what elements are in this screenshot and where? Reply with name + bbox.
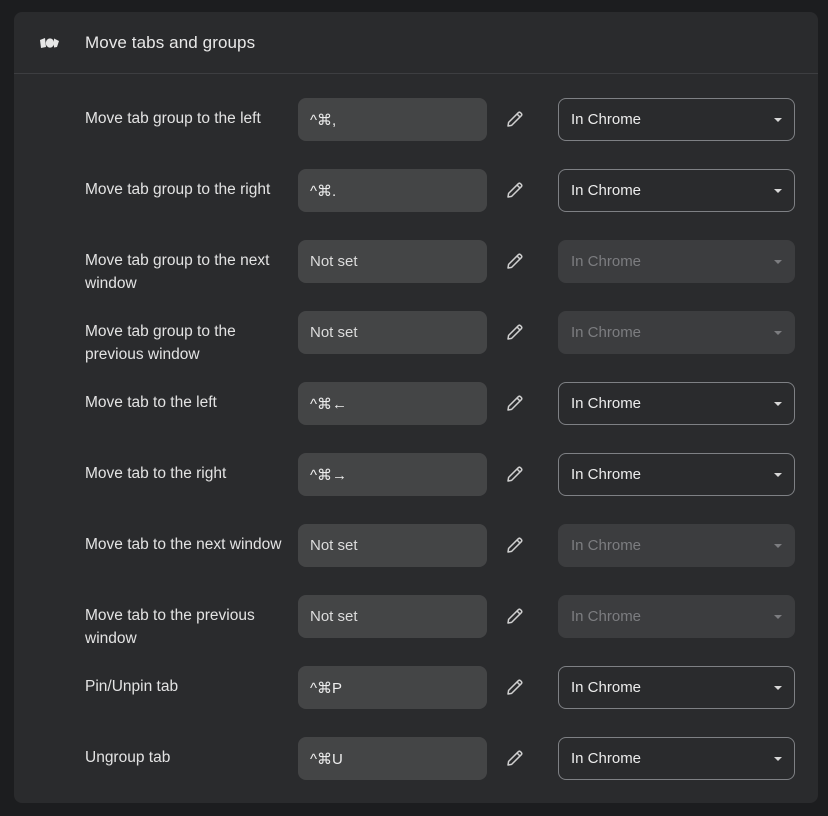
- shortcut-row: Move tab to the previous window Not set In…: [14, 595, 818, 666]
- caret-down-icon: [774, 330, 782, 335]
- shortcut-label: Ungroup tab: [85, 749, 171, 766]
- tabs-move-icon: [36, 35, 62, 51]
- shortcut-row: Move tab to the right ^⌘→ In Chrome: [14, 453, 818, 524]
- section-title: Move tabs and groups: [85, 32, 256, 52]
- pencil-icon[interactable]: [504, 747, 526, 769]
- scope-select[interactable]: In Chrome: [558, 382, 795, 425]
- pencil-icon[interactable]: [504, 392, 526, 414]
- scope-select[interactable]: In Chrome: [558, 98, 795, 141]
- scope-select[interactable]: In Chrome: [558, 169, 795, 212]
- shortcut-row: Move tab to the left ^⌘← In Chrome: [14, 382, 818, 453]
- shortcut-row: Move tab group to the left ^⌘, In Chrome: [14, 98, 818, 169]
- shortcut-field[interactable]: Not set: [298, 311, 487, 354]
- shortcut-field[interactable]: ^⌘U: [298, 737, 487, 780]
- shortcut-row: Move tab group to the right ^⌘. In Chrome: [14, 169, 818, 240]
- scope-select[interactable]: In Chrome: [558, 666, 795, 709]
- scope-value: In Chrome: [571, 537, 642, 554]
- shortcut-row: Ungroup tab ^⌘U In Chrome: [14, 737, 818, 803]
- pencil-icon[interactable]: [504, 676, 526, 698]
- shortcut-section-card: Move tabs and groups Move tab group to t…: [14, 12, 818, 803]
- shortcut-row: Move tab group to the previous window Not…: [14, 311, 818, 382]
- caret-down-icon: [774, 259, 782, 264]
- section-header: Move tabs and groups: [14, 12, 818, 74]
- shortcut-label: Move tab to the previous window: [85, 607, 255, 647]
- pencil-icon[interactable]: [504, 321, 526, 343]
- scope-select[interactable]: In Chrome: [558, 737, 795, 780]
- scope-select: In Chrome: [558, 240, 795, 283]
- scope-value: In Chrome: [571, 466, 642, 483]
- scope-value: In Chrome: [571, 679, 642, 696]
- scope-value: In Chrome: [571, 608, 642, 625]
- scope-select: In Chrome: [558, 524, 795, 567]
- pencil-icon[interactable]: [504, 534, 526, 556]
- shortcut-field[interactable]: ^⌘P: [298, 666, 487, 709]
- pencil-icon[interactable]: [504, 605, 526, 627]
- caret-down-icon: [774, 472, 782, 477]
- caret-down-icon: [774, 117, 782, 122]
- shortcut-field[interactable]: ^⌘←: [298, 382, 487, 425]
- scope-select[interactable]: In Chrome: [558, 453, 795, 496]
- shortcut-field[interactable]: Not set: [298, 524, 487, 567]
- shortcut-row: Pin/Unpin tab ^⌘P In Chrome: [14, 666, 818, 737]
- caret-down-icon: [774, 756, 782, 761]
- shortcut-label: Move tab to the left: [85, 394, 217, 411]
- shortcut-row: Move tab group to the next window Not set…: [14, 240, 818, 311]
- pencil-icon[interactable]: [504, 179, 526, 201]
- shortcut-field[interactable]: ^⌘→: [298, 453, 487, 496]
- shortcut-field[interactable]: ^⌘.: [298, 169, 487, 212]
- caret-down-icon: [774, 543, 782, 548]
- caret-down-icon: [774, 685, 782, 690]
- shortcut-label: Pin/Unpin tab: [85, 678, 179, 695]
- scope-value: In Chrome: [571, 253, 642, 270]
- pencil-icon[interactable]: [504, 250, 526, 272]
- caret-down-icon: [774, 188, 782, 193]
- scope-value: In Chrome: [571, 750, 642, 767]
- shortcut-label: Move tab to the next window: [85, 536, 282, 553]
- shortcut-row: Move tab to the next window Not set In Chr…: [14, 524, 818, 595]
- scope-value: In Chrome: [571, 395, 642, 412]
- shortcut-label: Move tab group to the previous window: [85, 323, 236, 363]
- scope-value: In Chrome: [571, 111, 642, 128]
- shortcut-field[interactable]: Not set: [298, 595, 487, 638]
- caret-down-icon: [774, 401, 782, 406]
- pencil-icon[interactable]: [504, 108, 526, 130]
- scope-value: In Chrome: [571, 324, 642, 341]
- pencil-icon[interactable]: [504, 463, 526, 485]
- shortcut-label: Move tab to the right: [85, 465, 227, 482]
- shortcut-label: Move tab group to the right: [85, 181, 271, 198]
- scope-select: In Chrome: [558, 595, 795, 638]
- caret-down-icon: [774, 614, 782, 619]
- shortcut-label: Move tab group to the left: [85, 110, 261, 127]
- scope-select: In Chrome: [558, 311, 795, 354]
- shortcut-field[interactable]: Not set: [298, 240, 487, 283]
- shortcut-field[interactable]: ^⌘,: [298, 98, 487, 141]
- shortcut-label: Move tab group to the next window: [85, 252, 270, 292]
- scope-value: In Chrome: [571, 182, 642, 199]
